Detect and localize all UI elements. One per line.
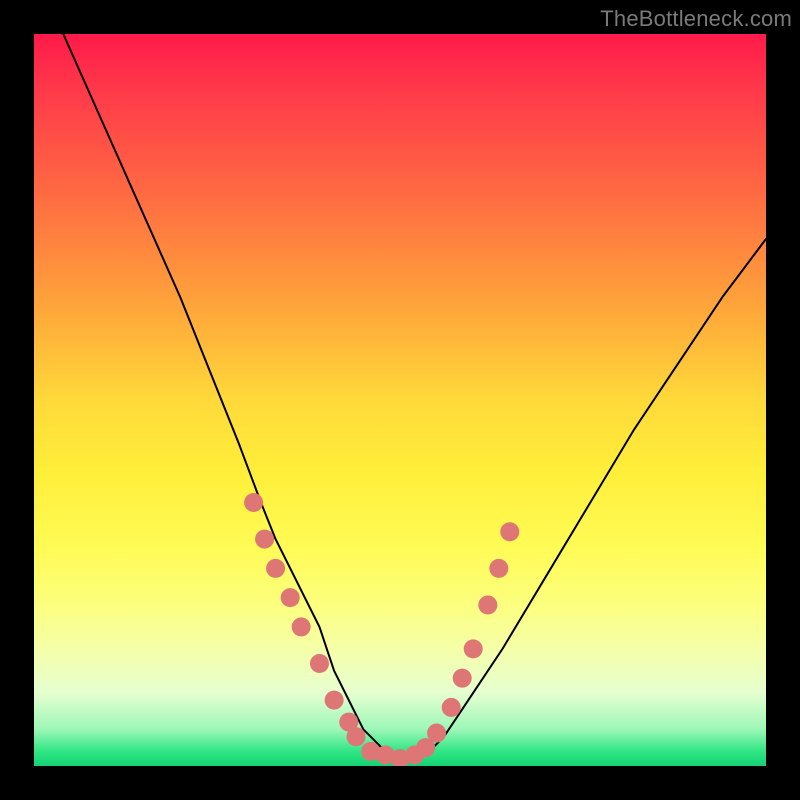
- chart-dot: [427, 724, 446, 743]
- chart-dot: [244, 493, 263, 512]
- chart-dot: [266, 559, 285, 578]
- chart-dot: [255, 530, 274, 549]
- chart-dot: [442, 698, 461, 717]
- watermark-text: TheBottleneck.com: [600, 6, 792, 32]
- chart-dot: [464, 639, 483, 658]
- chart-curve: [63, 34, 766, 759]
- chart-plot-area: [34, 34, 766, 766]
- chart-dot: [281, 588, 300, 607]
- chart-dot: [325, 691, 344, 710]
- chart-dot: [489, 559, 508, 578]
- chart-frame: TheBottleneck.com: [0, 0, 800, 800]
- chart-dot: [292, 617, 311, 636]
- chart-dot: [347, 727, 366, 746]
- chart-dot: [310, 654, 329, 673]
- chart-svg: [34, 34, 766, 766]
- chart-dot: [500, 522, 519, 541]
- chart-dot: [453, 669, 472, 688]
- chart-dot: [478, 595, 497, 614]
- chart-dots: [244, 493, 519, 766]
